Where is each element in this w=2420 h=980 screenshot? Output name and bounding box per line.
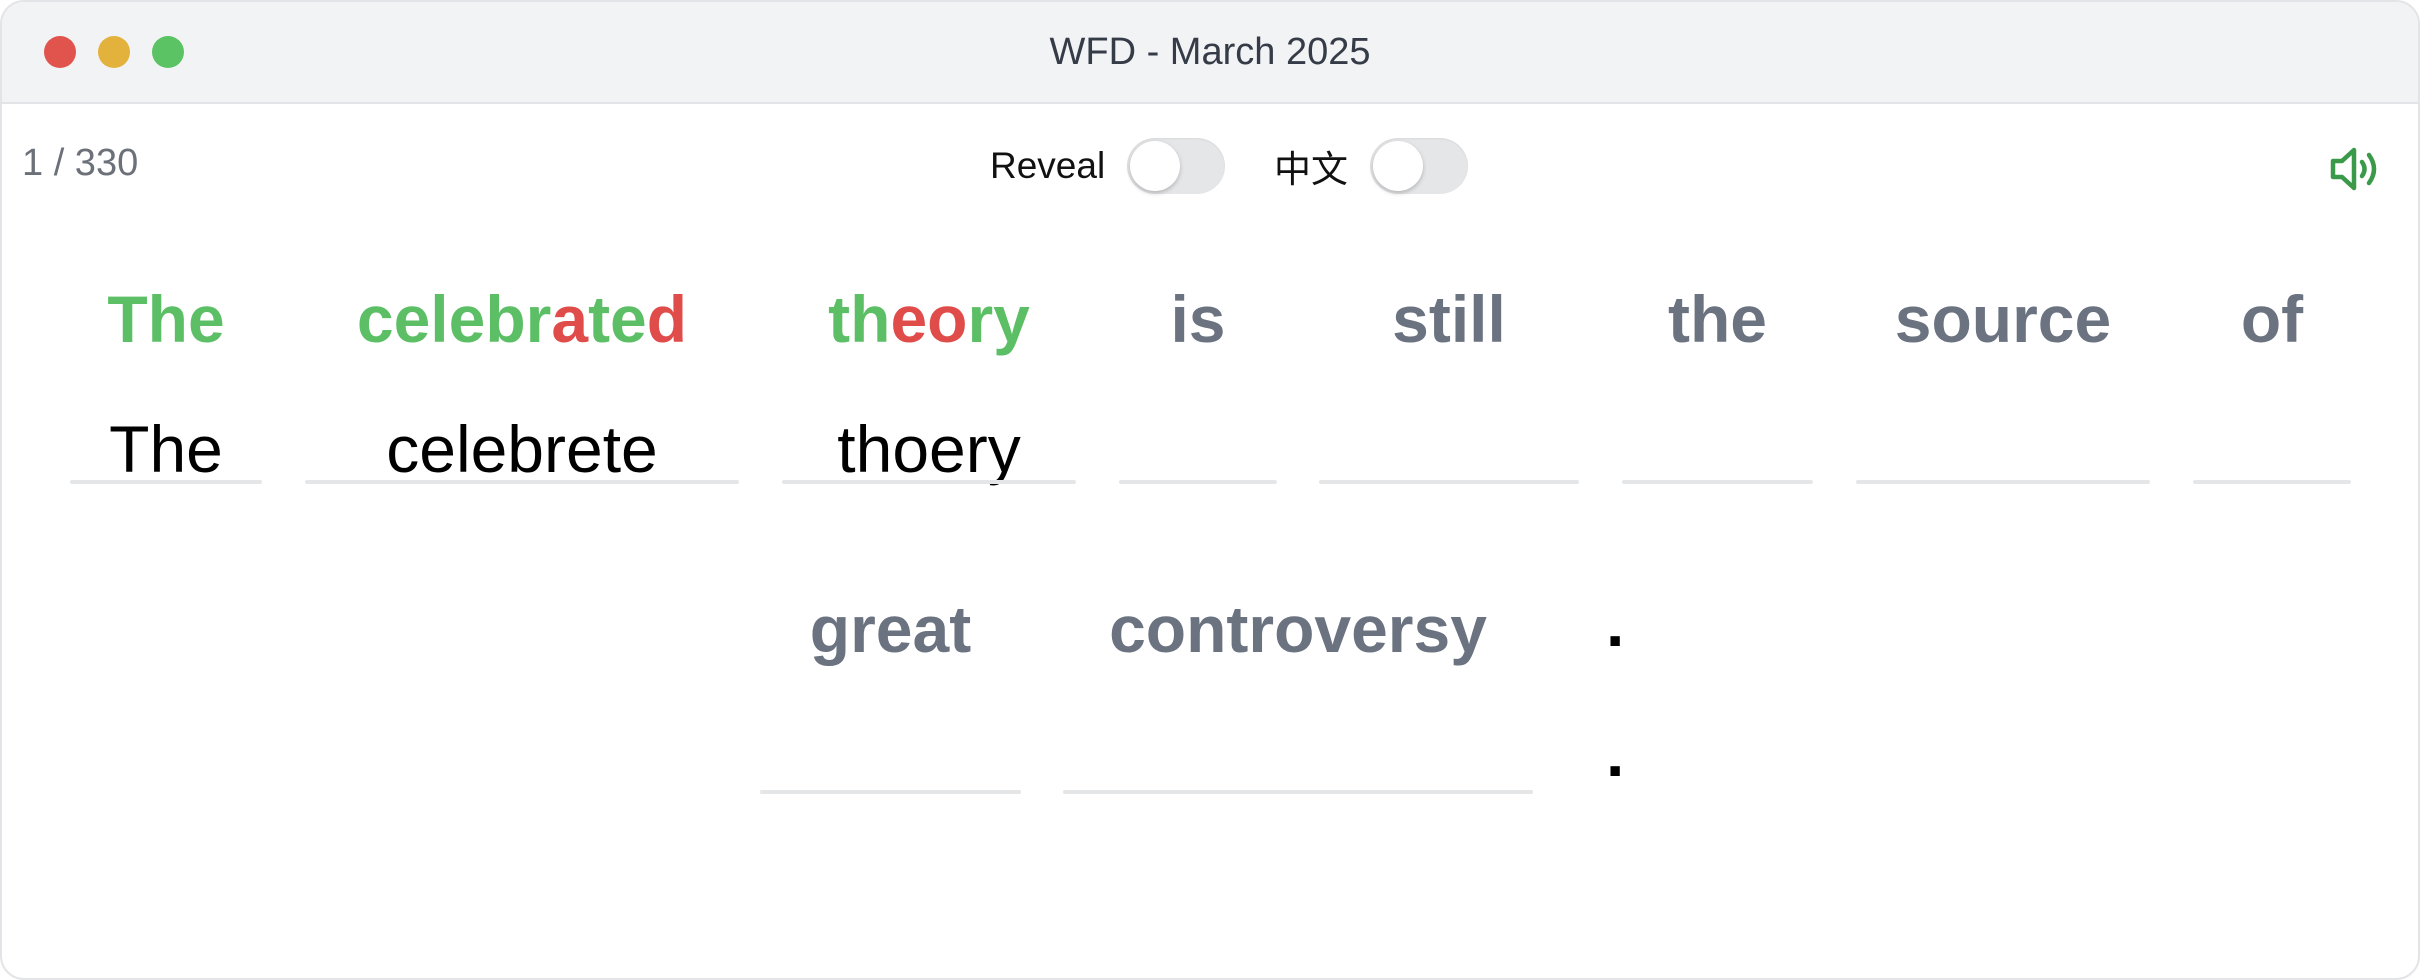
typed-word[interactable] [1063,724,1533,794]
correct-letters: ry [967,282,1030,356]
question-counter: 1 / 330 [22,142,139,184]
answer-underline [782,480,1076,484]
typed-word[interactable]: thoery [782,414,1076,484]
target-word: source [1894,282,2112,356]
incorrect-letters: eo [890,282,968,356]
correct-letters: te [588,282,647,356]
typed-word[interactable] [1622,414,1813,484]
speaker-icon[interactable] [2327,144,2383,194]
typed-word[interactable] [1856,414,2150,484]
chinese-toggle-knob [1373,141,1423,191]
word-slot: controversy [1063,592,1533,794]
word-slot: of [2193,282,2351,484]
reveal-toggle[interactable] [1127,138,1226,194]
app-window: WFD - March 2025 1 / 330 Reveal 中文 The T… [0,0,2420,980]
answer-underline [2193,480,2351,484]
incorrect-letters: d [646,282,688,356]
target-word: great [809,592,972,666]
reveal-toggle-knob [1130,141,1181,191]
word-slot: is [1119,282,1277,484]
reveal-toggle-group: Reveal [990,138,1226,194]
incorrect-letters: a [551,282,589,356]
sentence-punctuation-typed: . [1606,716,1625,790]
target-word: the [1668,282,1767,356]
word-slot: celebrated celebrete [305,284,739,484]
typed-word[interactable]: celebrete [305,414,739,484]
answer-underline [1856,480,2150,484]
answer-underline [1319,480,1579,484]
target-word: celebrated [305,284,739,354]
word-slot: still [1319,282,1579,484]
answer-underline [1063,790,1533,794]
correct-letters: celebr [356,282,552,356]
target-word: The [70,284,262,354]
window-title: WFD - March 2025 [1049,31,1371,73]
target-word: theory [782,284,1076,354]
target-word: of [2240,282,2304,356]
word-slot: theory thoery [782,284,1076,484]
sentence-punctuation-target: . [1606,586,1625,660]
correct-letters: th [828,282,891,356]
answer-underline [305,480,739,484]
word-slot: source [1856,282,2150,484]
word-slot: great [760,592,1021,794]
typed-word[interactable] [1119,414,1277,484]
target-word: still [1392,282,1506,356]
answer-underline [760,790,1021,794]
target-word: is [1170,282,1226,356]
typed-word[interactable] [1319,414,1579,484]
answer-underline [1119,480,1277,484]
answer-underline [70,480,262,484]
word-slot: the [1622,282,1813,484]
typed-word[interactable]: The [70,414,262,484]
typed-word[interactable] [760,724,1021,794]
correct-letters: The [107,282,225,356]
target-word: controversy [1109,592,1487,666]
typed-word[interactable] [2193,414,2351,484]
chinese-label: 中文 [1274,149,1348,190]
chinese-toggle[interactable] [1370,138,1468,194]
answer-underline [1622,480,1813,484]
chinese-toggle-group: 中文 [1274,138,1468,194]
reveal-label: Reveal [990,145,1106,186]
word-slot: The The [70,284,262,484]
title-bar: WFD - March 2025 [2,2,2418,104]
